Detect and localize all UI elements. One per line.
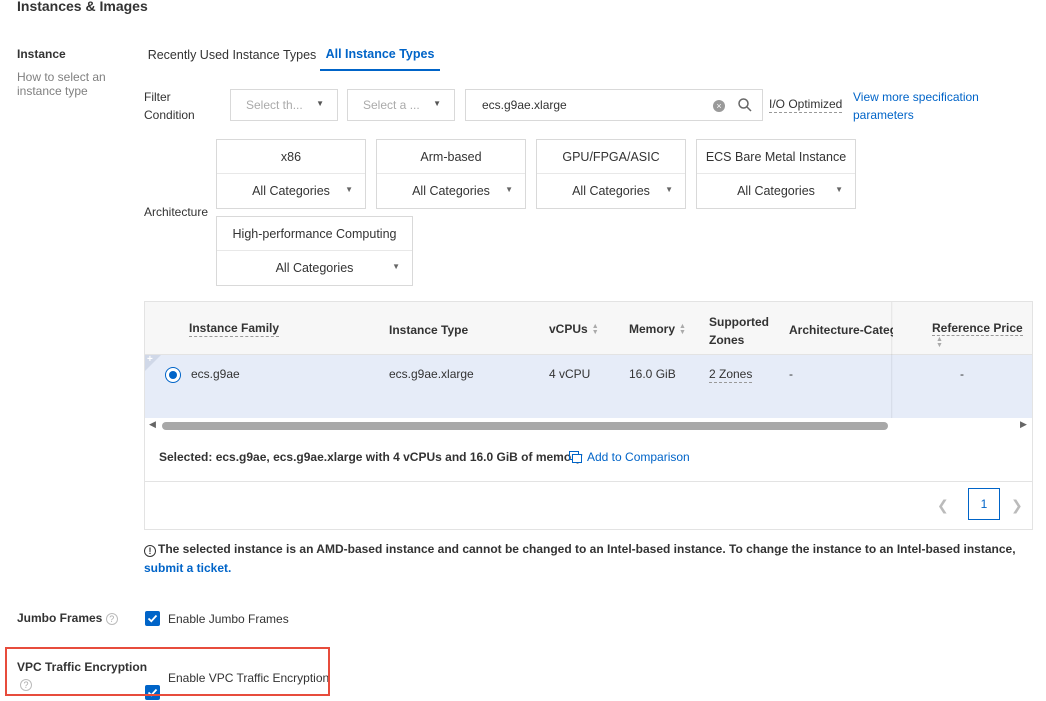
- submit-ticket-link[interactable]: submit a ticket.: [144, 561, 231, 575]
- selected-summary: Selected: ecs.g9ae, ecs.g9ae.xlarge with…: [159, 450, 583, 464]
- col-vcpus-label: vCPUs: [549, 322, 588, 336]
- sort-icon[interactable]: ▲ ▼: [592, 323, 599, 336]
- notice-text: The selected instance is an AMD-based in…: [158, 542, 1016, 556]
- caret-down-icon: ▼: [392, 262, 400, 271]
- jumbo-frames-checkbox-label[interactable]: Enable Jumbo Frames: [168, 612, 289, 626]
- next-page-icon[interactable]: ❯: [1011, 497, 1023, 514]
- caret-down-icon: ▼: [505, 185, 513, 194]
- arch-card-x86[interactable]: x86 All Categories ▼: [216, 139, 366, 209]
- clear-icon[interactable]: ×: [713, 100, 725, 112]
- prev-page-icon[interactable]: ❮: [937, 497, 949, 514]
- arch-card-title: High-performance Computing: [217, 217, 412, 251]
- page-button[interactable]: 1: [968, 488, 1000, 520]
- col-memory-label: Memory: [629, 322, 676, 336]
- section-title: Instances & Images: [17, 0, 148, 14]
- tab-all-instance-types[interactable]: All Instance Types: [320, 38, 440, 71]
- caret-down-icon: ▼: [345, 185, 353, 194]
- arch-card-arm[interactable]: Arm-based All Categories ▼: [376, 139, 526, 209]
- scroll-right-arrow-icon[interactable]: ▶: [1020, 419, 1027, 430]
- architecture-label: Architecture: [144, 205, 209, 219]
- cell-type: ecs.g9ae.xlarge: [389, 367, 474, 381]
- instance-search-input[interactable]: ecs.g9ae.xlarge ×: [465, 89, 763, 121]
- check-icon: [147, 614, 158, 623]
- cell-vcpus: 4 vCPU: [549, 367, 591, 381]
- scrollbar-thumb[interactable]: [162, 422, 888, 430]
- tab-recently-used[interactable]: Recently Used Instance Types: [146, 38, 318, 71]
- caret-down-icon: ▼: [835, 185, 843, 194]
- arch-card-value: All Categories: [572, 184, 650, 198]
- sort-icon[interactable]: ▲ ▼: [936, 336, 943, 349]
- col-memory[interactable]: Memory ▲ ▼: [629, 322, 686, 336]
- col-architecture-category: Architecture-Categ: [789, 323, 893, 337]
- caret-down-icon: ▼: [665, 185, 673, 194]
- fixed-column-divider: [891, 302, 893, 418]
- arch-card-value: All Categories: [275, 261, 354, 275]
- add-to-comparison-label: Add to Comparison: [587, 450, 690, 464]
- cell-price: -: [960, 367, 964, 381]
- arch-card-value: All Categories: [252, 184, 330, 198]
- arch-card-select[interactable]: All Categories ▼: [697, 174, 855, 208]
- cell-family: ecs.g9ae: [191, 367, 240, 381]
- view-more-parameters-link[interactable]: View more specification parameters: [853, 88, 993, 124]
- col-reference-price-label: Reference Price: [932, 321, 1023, 336]
- filter-condition-label: Filter Condition: [144, 90, 195, 122]
- horizontal-scrollbar[interactable]: ◀ ▶: [145, 418, 1032, 434]
- col-instance-type: Instance Type: [389, 323, 469, 337]
- sort-icon[interactable]: ▲ ▼: [679, 323, 686, 336]
- filter-select-2-placeholder: Select a ...: [363, 98, 420, 112]
- table-row[interactable]: ecs.g9ae ecs.g9ae.xlarge 4 vCPU 16.0 GiB…: [145, 355, 1032, 418]
- col-reference-price[interactable]: Reference Price▲ ▼: [932, 321, 1032, 349]
- arch-card-bare-metal[interactable]: ECS Bare Metal Instance All Categories ▼: [696, 139, 856, 209]
- arch-card-title: GPU/FPGA/ASIC: [537, 140, 685, 174]
- arch-card-title: Arm-based: [377, 140, 525, 174]
- row-radio-selected[interactable]: [165, 367, 181, 383]
- jumbo-frames-checkbox[interactable]: [145, 611, 160, 626]
- filter-select-1-placeholder: Select th...: [246, 98, 303, 112]
- amd-notice: ! The selected instance is an AMD-based i…: [144, 540, 1024, 578]
- search-value: ecs.g9ae.xlarge: [482, 98, 567, 112]
- cell-arch: -: [789, 367, 793, 381]
- cell-zones[interactable]: 2 Zones: [709, 367, 753, 383]
- highlight-box: [5, 647, 330, 696]
- compare-icon: [569, 451, 582, 463]
- jumbo-frames-label: Jumbo Frames ?: [17, 611, 118, 625]
- jumbo-frames-label-text: Jumbo Frames: [17, 611, 103, 625]
- add-to-comparison-link[interactable]: Add to Comparison: [569, 450, 690, 464]
- help-icon[interactable]: ?: [105, 613, 118, 625]
- instance-table: Instance Family Instance Type vCPUs ▲ ▼ Me…: [144, 301, 1033, 530]
- instance-label: Instance: [17, 47, 66, 61]
- arch-card-title: x86: [217, 140, 365, 174]
- filter-select-2[interactable]: Select a ... ▼: [347, 89, 455, 121]
- col-vcpus[interactable]: vCPUs ▲ ▼: [549, 322, 599, 336]
- arch-card-select[interactable]: All Categories ▼: [217, 174, 365, 208]
- instance-help-link[interactable]: How to select an instance type: [17, 70, 122, 98]
- arch-card-value: All Categories: [412, 184, 490, 198]
- table-header: Instance Family Instance Type vCPUs ▲ ▼ Me…: [145, 302, 1032, 355]
- arch-card-select[interactable]: All Categories ▼: [537, 174, 685, 208]
- arch-card-select[interactable]: All Categories ▼: [377, 174, 525, 208]
- arch-card-title: ECS Bare Metal Instance: [697, 140, 855, 174]
- io-optimized-label[interactable]: I/O Optimized: [769, 97, 843, 113]
- scroll-left-arrow-icon[interactable]: ◀: [149, 419, 156, 430]
- info-icon: !: [144, 545, 156, 557]
- plus-icon: +: [147, 354, 153, 365]
- col-supported-zones: Supported Zones: [709, 315, 769, 347]
- arch-card-value: All Categories: [737, 184, 815, 198]
- caret-down-icon: ▼: [433, 99, 441, 108]
- filter-select-1[interactable]: Select th... ▼: [230, 89, 338, 121]
- arch-card-hpc[interactable]: High-performance Computing All Categorie…: [216, 216, 413, 286]
- arch-card-gpu[interactable]: GPU/FPGA/ASIC All Categories ▼: [536, 139, 686, 209]
- caret-down-icon: ▼: [316, 99, 324, 108]
- arch-card-select[interactable]: All Categories ▼: [217, 251, 412, 285]
- table-divider: [145, 481, 1032, 482]
- col-instance-family[interactable]: Instance Family: [189, 321, 280, 337]
- search-icon[interactable]: [737, 97, 753, 113]
- cell-memory: 16.0 GiB: [629, 367, 676, 381]
